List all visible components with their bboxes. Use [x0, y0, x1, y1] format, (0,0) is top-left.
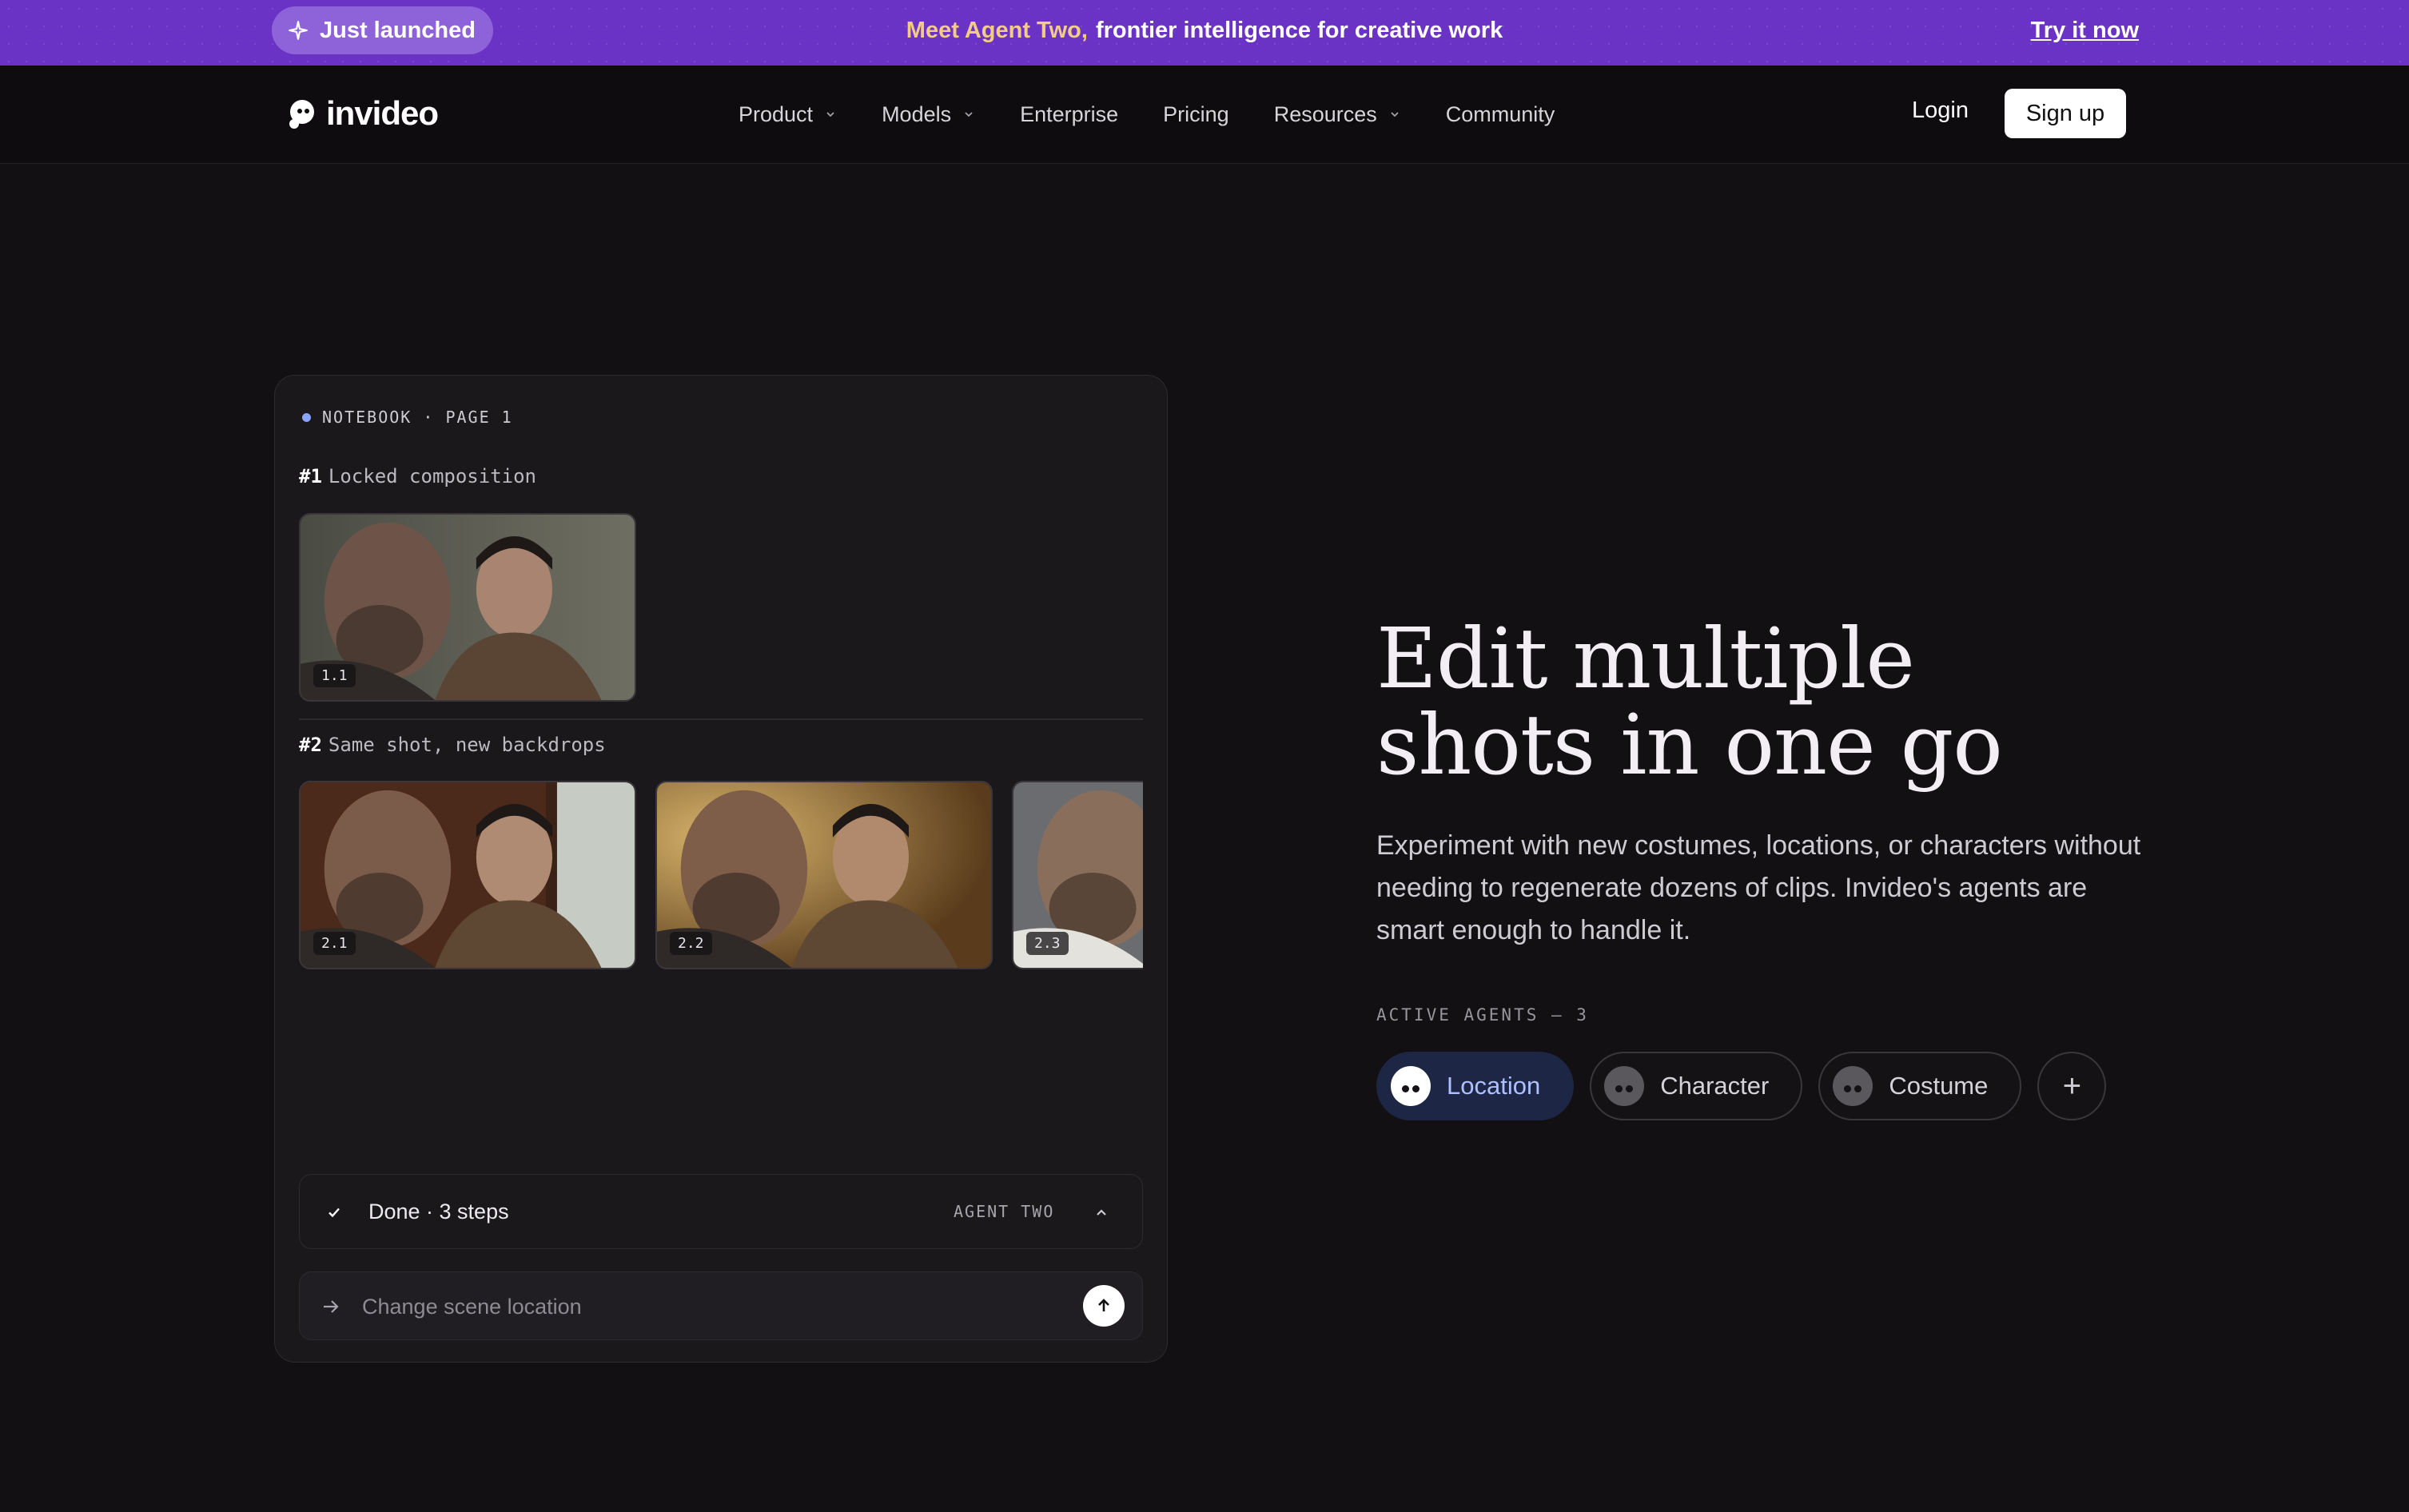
sign-up-button[interactable]: Sign up: [2005, 89, 2126, 138]
nav-models-label: Models: [882, 101, 952, 126]
chevron-down-icon: [965, 112, 973, 117]
agent-chip-label: Character: [1660, 1072, 1770, 1100]
announcement-text: frontier intelligence for creative work: [1095, 17, 1503, 43]
shot-label: 2.1: [313, 932, 356, 955]
arrow-up-icon: [1098, 1299, 1109, 1311]
agent-avatar-icon: [1391, 1066, 1431, 1106]
hero-headline-line-1: Edit multiple: [1376, 610, 1915, 707]
section-1-number: #1: [299, 465, 322, 487]
nav-product-label: Product: [739, 101, 814, 126]
agent-chips: Location Character Costume +: [1376, 1052, 2107, 1120]
shot-thumbnail-2-3[interactable]: 2.3: [1012, 781, 1143, 969]
shot-thumbnail-1-1[interactable]: 1.1: [299, 513, 636, 702]
nav-product[interactable]: Product: [739, 102, 837, 127]
logo-text: invideo: [326, 94, 439, 132]
section-1-title: Locked composition: [328, 465, 536, 487]
chevron-down-icon: [1391, 112, 1399, 117]
shot-label: 2.3: [1026, 932, 1069, 955]
prompt-input[interactable]: [360, 1288, 1051, 1325]
notebook-card: NOTEBOOK · PAGE 1 #1 Locked composition 1…: [274, 375, 1168, 1363]
section-2-heading: #2 Same shot, new backdrops: [299, 734, 606, 756]
chevron-up-icon[interactable]: [1093, 1204, 1110, 1221]
shot-thumbnail-2-1[interactable]: 2.1: [299, 781, 636, 969]
shot-strip[interactable]: 2.1 2.2 2.3: [299, 781, 1143, 969]
logo-icon: [289, 100, 314, 129]
status-text: Done · 3 steps: [368, 1199, 509, 1224]
agent-name: AGENT TWO: [954, 1202, 1055, 1221]
send-button[interactable]: [1083, 1285, 1125, 1327]
add-agent-button[interactable]: +: [2037, 1052, 2107, 1120]
section-divider: [299, 718, 1143, 720]
nav-community-label: Community: [1445, 101, 1555, 126]
try-it-now-link[interactable]: Try it now: [2031, 0, 2139, 61]
nav-enterprise-label: Enterprise: [1020, 101, 1119, 126]
notebook-eyebrow-label: NOTEBOOK · PAGE 1: [322, 408, 513, 427]
agent-chip-label: Location: [1447, 1072, 1541, 1100]
nav-models[interactable]: Models: [882, 102, 975, 127]
announcement-bar: Just launched Meet Agent Two, frontier i…: [0, 0, 2409, 66]
nav-pricing[interactable]: Pricing: [1163, 102, 1229, 127]
agent-avatar-icon: [1833, 1066, 1873, 1106]
nav-community[interactable]: Community: [1446, 102, 1555, 127]
login-link[interactable]: Login: [1912, 97, 1969, 124]
shot-thumbnail-2-2[interactable]: 2.2: [655, 781, 993, 969]
shot-label: 2.2: [670, 932, 712, 955]
main-nav: Product Models Enterprise Pricing Resour…: [739, 66, 1599, 163]
nav-enterprise[interactable]: Enterprise: [1020, 102, 1118, 127]
check-icon: [328, 1208, 340, 1218]
shot-label: 1.1: [313, 664, 356, 687]
nav-resources-label: Resources: [1273, 101, 1377, 126]
agent-chip-character[interactable]: Character: [1590, 1052, 1803, 1120]
site-header: invideo Product Models Enterprise Pricin…: [0, 66, 2409, 164]
announcement-highlight: Meet Agent Two,: [906, 17, 1088, 43]
agent-status-panel[interactable]: Done · 3 steps AGENT TWO: [299, 1174, 1143, 1249]
prompt-bar: [299, 1271, 1143, 1340]
agent-chip-costume[interactable]: Costume: [1818, 1052, 2022, 1120]
hero-headline: Edit multiple shots in one go: [1376, 610, 2003, 794]
active-agents-label: ACTIVE AGENTS — 3: [1376, 1005, 1589, 1025]
notebook-eyebrow: NOTEBOOK · PAGE 1: [302, 408, 513, 427]
agent-avatar-icon: [1604, 1066, 1645, 1106]
invideo-logo[interactable]: invideo: [286, 94, 439, 133]
agent-chip-label: Costume: [1889, 1072, 1989, 1100]
section-1-heading: #1 Locked composition: [299, 465, 536, 487]
plus-icon: +: [2062, 1068, 2082, 1104]
hero-subtext: Experiment with new costumes, locations,…: [1376, 830, 2141, 945]
section-2-title: Same shot, new backdrops: [328, 734, 606, 756]
status-dot-icon: [302, 412, 311, 422]
hero-headline-line-2: shots in one go: [1376, 696, 2003, 794]
nav-resources[interactable]: Resources: [1274, 102, 1401, 127]
section-2-number: #2: [299, 734, 322, 756]
arrow-right-icon: [324, 1300, 339, 1313]
nav-pricing-label: Pricing: [1163, 101, 1229, 126]
chevron-down-icon: [826, 112, 834, 117]
agent-chip-location[interactable]: Location: [1376, 1052, 1575, 1120]
